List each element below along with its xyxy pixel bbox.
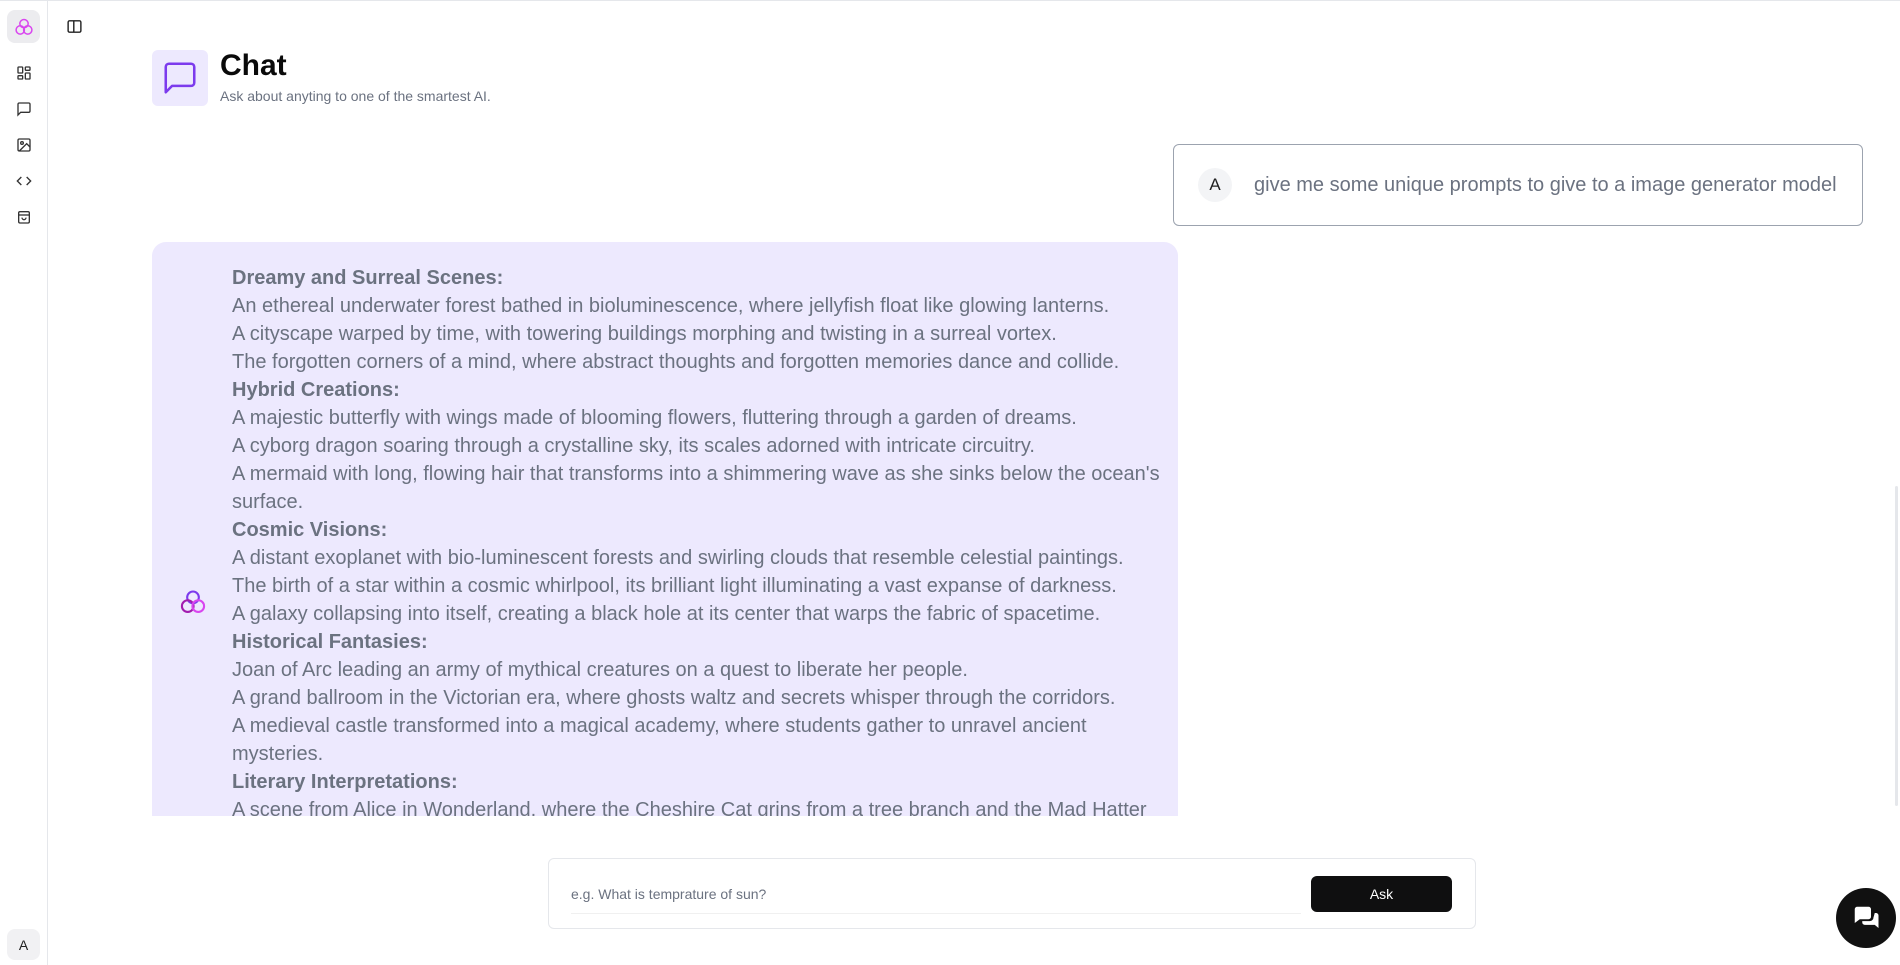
dashboard-icon: [17, 66, 31, 80]
ai-prompt-line: A majestic butterfly with wings made of …: [232, 407, 1077, 429]
ai-prompt-line: A mermaid with long, flowing hair that t…: [232, 463, 1160, 513]
chat-scrollbar[interactable]: [1895, 486, 1898, 806]
ai-prompt-line: A distant exoplanet with bio-luminescent…: [232, 547, 1124, 569]
composer: Ask: [548, 858, 1476, 929]
ai-prompt-line: The birth of a star within a cosmic whir…: [232, 575, 1117, 597]
panel-toggle-icon: [66, 19, 82, 33]
ai-prompt-line: Joan of Arc leading an army of mythical …: [232, 659, 968, 681]
user-message: A give me some unique prompts to give to…: [1173, 144, 1863, 226]
sidebar-toggle-button[interactable]: [63, 15, 85, 37]
ai-prompt-line: A galaxy collapsing into itself, creatin…: [232, 603, 1101, 625]
logo-icon: [14, 18, 33, 35]
app-window: A Chat Ask about anyting to one of the s…: [0, 0, 1900, 965]
conversation: A give me some unique prompts to give to…: [150, 141, 1900, 816]
user-message-avatar: A: [1198, 168, 1232, 202]
support-chat-button[interactable]: [1836, 888, 1896, 948]
ai-section-title: Literary Interpretations:: [232, 771, 458, 793]
ai-section-title: Dreamy and Surreal Scenes:: [232, 267, 504, 289]
ai-prompt-line: A scene from Alice in Wonderland, where …: [232, 799, 1147, 816]
sidebar-item-store[interactable]: [12, 205, 36, 229]
ai-prompt-line: A grand ballroom in the Victorian era, w…: [232, 687, 1116, 709]
sidebar-item-chat[interactable]: [12, 97, 36, 121]
bag-icon: [18, 211, 30, 224]
ai-section-title: Hybrid Creations:: [232, 379, 400, 401]
ai-prompt-line: A cityscape warped by time, with towerin…: [232, 323, 1057, 345]
message-icon: [17, 102, 31, 117]
message-icon: [164, 62, 196, 94]
user-avatar-menu[interactable]: A: [7, 929, 40, 960]
sidebar-item-code[interactable]: [12, 169, 36, 193]
chat-header-icon: [152, 50, 208, 106]
sidebar: A: [0, 1, 48, 965]
user-message-text: give me some unique prompts to give to a…: [1254, 173, 1837, 196]
ai-message-content: Dreamy and Surreal Scenes: An ethereal un…: [232, 264, 1162, 816]
app-logo-button[interactable]: [7, 10, 40, 43]
user-initial: A: [18, 936, 29, 953]
ai-prompt-line: The forgotten corners of a mind, where a…: [232, 351, 1120, 373]
image-icon: [17, 138, 31, 152]
user-message-initial: A: [1209, 175, 1221, 194]
ai-prompt-line: A cyborg dragon soaring through a crysta…: [232, 435, 1035, 457]
sidebar-item-image[interactable]: [12, 133, 36, 157]
ai-logo-icon: [180, 590, 206, 613]
page-subtitle: Ask about anyting to one of the smartest…: [220, 88, 491, 104]
ai-section-title: Cosmic Visions:: [232, 519, 388, 541]
code-icon: [16, 176, 32, 186]
ask-button[interactable]: Ask: [1311, 876, 1452, 912]
ai-prompt-line: An ethereal underwater forest bathed in …: [232, 295, 1110, 317]
page-title: Chat: [220, 49, 287, 82]
ai-section-title: Historical Fantasies:: [232, 631, 428, 653]
chat-bubbles-icon: [1854, 906, 1879, 928]
sidebar-item-dashboard[interactable]: [12, 61, 36, 85]
ai-prompt-line: A medieval castle transformed into a mag…: [232, 715, 1087, 765]
ai-message: Dreamy and Surreal Scenes: An ethereal un…: [152, 242, 1178, 816]
question-input[interactable]: [571, 874, 1301, 914]
